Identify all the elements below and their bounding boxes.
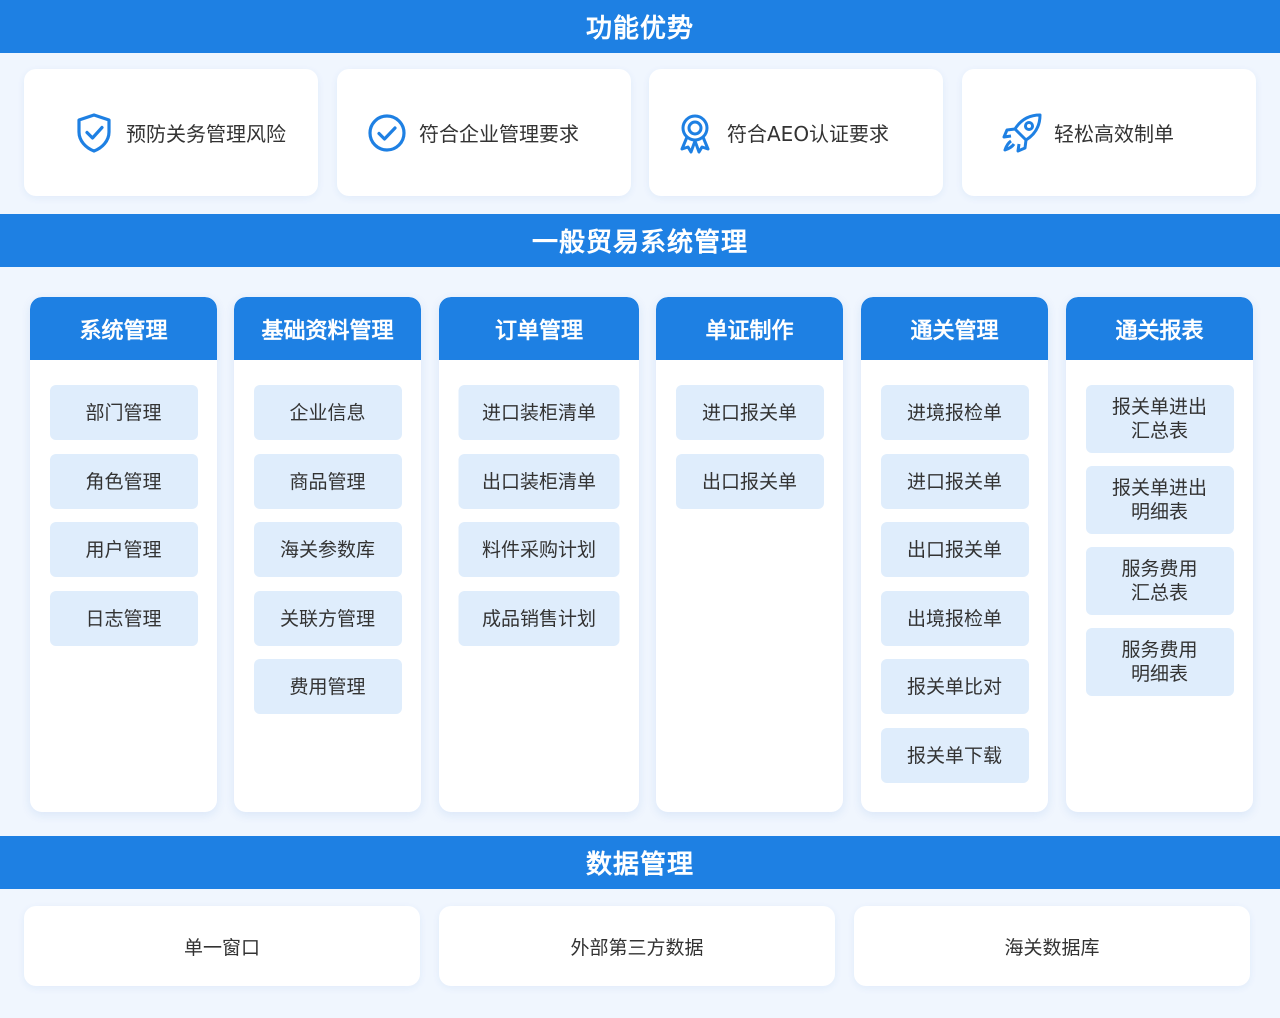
check-circle-icon <box>365 111 409 155</box>
column-system-management: 系统管理 部门管理 角色管理 用户管理 日志管理 <box>30 297 217 812</box>
award-ribbon-icon <box>673 111 717 155</box>
module-item[interactable]: 报关单进出 明细表 <box>1085 466 1234 534</box>
module-item[interactable]: 关联方管理 <box>253 591 402 646</box>
column-customs-reports: 通关报表 报关单进出 汇总表 报关单进出 明细表 服务费用 汇总表 服务费用 明… <box>1066 297 1253 812</box>
module-item-line: 明细表 <box>1130 663 1188 685</box>
module-item-line: 服务费用 <box>1121 639 1198 661</box>
feature-label: 符合企业管理要求 <box>419 122 579 146</box>
data-section-title: 数据管理 <box>0 836 1280 889</box>
module-item[interactable]: 成品销售计划 <box>458 591 620 646</box>
column-document-making: 单证制作 进口报关单 出口报关单 <box>656 297 843 812</box>
module-item[interactable]: 服务费用 汇总表 <box>1085 547 1234 615</box>
module-item-line: 明细表 <box>1130 501 1188 523</box>
module-item[interactable]: 企业信息 <box>253 385 402 440</box>
feature-card-aeo: 符合AEO认证要求 <box>649 69 943 196</box>
feature-label: 轻松高效制单 <box>1054 122 1174 146</box>
column-order-management: 订单管理 进口装柜清单 出口装柜清单 料件采购计划 成品销售计划 <box>439 297 639 812</box>
system-section-title: 一般贸易系统管理 <box>0 214 1280 267</box>
module-item[interactable]: 部门管理 <box>49 385 198 440</box>
module-item[interactable]: 出口报关单 <box>675 454 824 509</box>
data-source-card[interactable]: 海关数据库 <box>854 906 1250 986</box>
module-item[interactable]: 报关单进出 汇总表 <box>1085 385 1234 453</box>
module-item[interactable]: 用户管理 <box>49 522 198 577</box>
module-item[interactable]: 出境报检单 <box>880 591 1029 646</box>
column-title: 基础资料管理 <box>234 297 421 360</box>
shield-check-icon <box>72 111 116 155</box>
module-item[interactable]: 报关单下载 <box>880 728 1029 783</box>
rocket-icon <box>1000 111 1044 155</box>
module-item[interactable]: 进口报关单 <box>880 454 1029 509</box>
module-item-line: 报关单进出 <box>1111 396 1207 418</box>
module-item[interactable]: 报关单比对 <box>880 659 1029 714</box>
feature-card-efficiency: 轻松高效制单 <box>962 69 1256 196</box>
module-item[interactable]: 角色管理 <box>49 454 198 509</box>
column-title: 通关报表 <box>1066 297 1253 360</box>
column-title: 通关管理 <box>861 297 1048 360</box>
module-item[interactable]: 费用管理 <box>253 659 402 714</box>
column-title: 单证制作 <box>656 297 843 360</box>
module-item-line: 汇总表 <box>1130 582 1188 604</box>
column-customs-clearance: 通关管理 进境报检单 进口报关单 出口报关单 出境报检单 报关单比对 报关单下载 <box>861 297 1048 812</box>
module-item-line: 汇总表 <box>1130 420 1188 442</box>
module-item-line: 报关单进出 <box>1111 477 1207 499</box>
module-item[interactable]: 进境报检单 <box>880 385 1029 440</box>
data-source-card[interactable]: 外部第三方数据 <box>439 906 835 986</box>
feature-label: 预防关务管理风险 <box>126 122 286 146</box>
data-source-card[interactable]: 单一窗口 <box>24 906 420 986</box>
features-section-title: 功能优势 <box>0 0 1280 53</box>
module-item-line: 服务费用 <box>1121 558 1198 580</box>
feature-label: 符合AEO认证要求 <box>727 122 890 146</box>
feature-card-risk: 预防关务管理风险 <box>24 69 318 196</box>
module-item[interactable]: 服务费用 明细表 <box>1085 628 1234 696</box>
feature-card-compliance: 符合企业管理要求 <box>337 69 631 196</box>
module-item[interactable]: 进口报关单 <box>675 385 824 440</box>
module-item[interactable]: 出口报关单 <box>880 522 1029 577</box>
module-item[interactable]: 进口装柜清单 <box>458 385 620 440</box>
module-item[interactable]: 出口装柜清单 <box>458 454 620 509</box>
column-basic-data-management: 基础资料管理 企业信息 商品管理 海关参数库 关联方管理 费用管理 <box>234 297 421 812</box>
column-title: 系统管理 <box>30 297 217 360</box>
module-item[interactable]: 商品管理 <box>253 454 402 509</box>
module-item[interactable]: 日志管理 <box>49 591 198 646</box>
module-item[interactable]: 海关参数库 <box>253 522 402 577</box>
column-title: 订单管理 <box>439 297 639 360</box>
module-item[interactable]: 料件采购计划 <box>458 522 620 577</box>
